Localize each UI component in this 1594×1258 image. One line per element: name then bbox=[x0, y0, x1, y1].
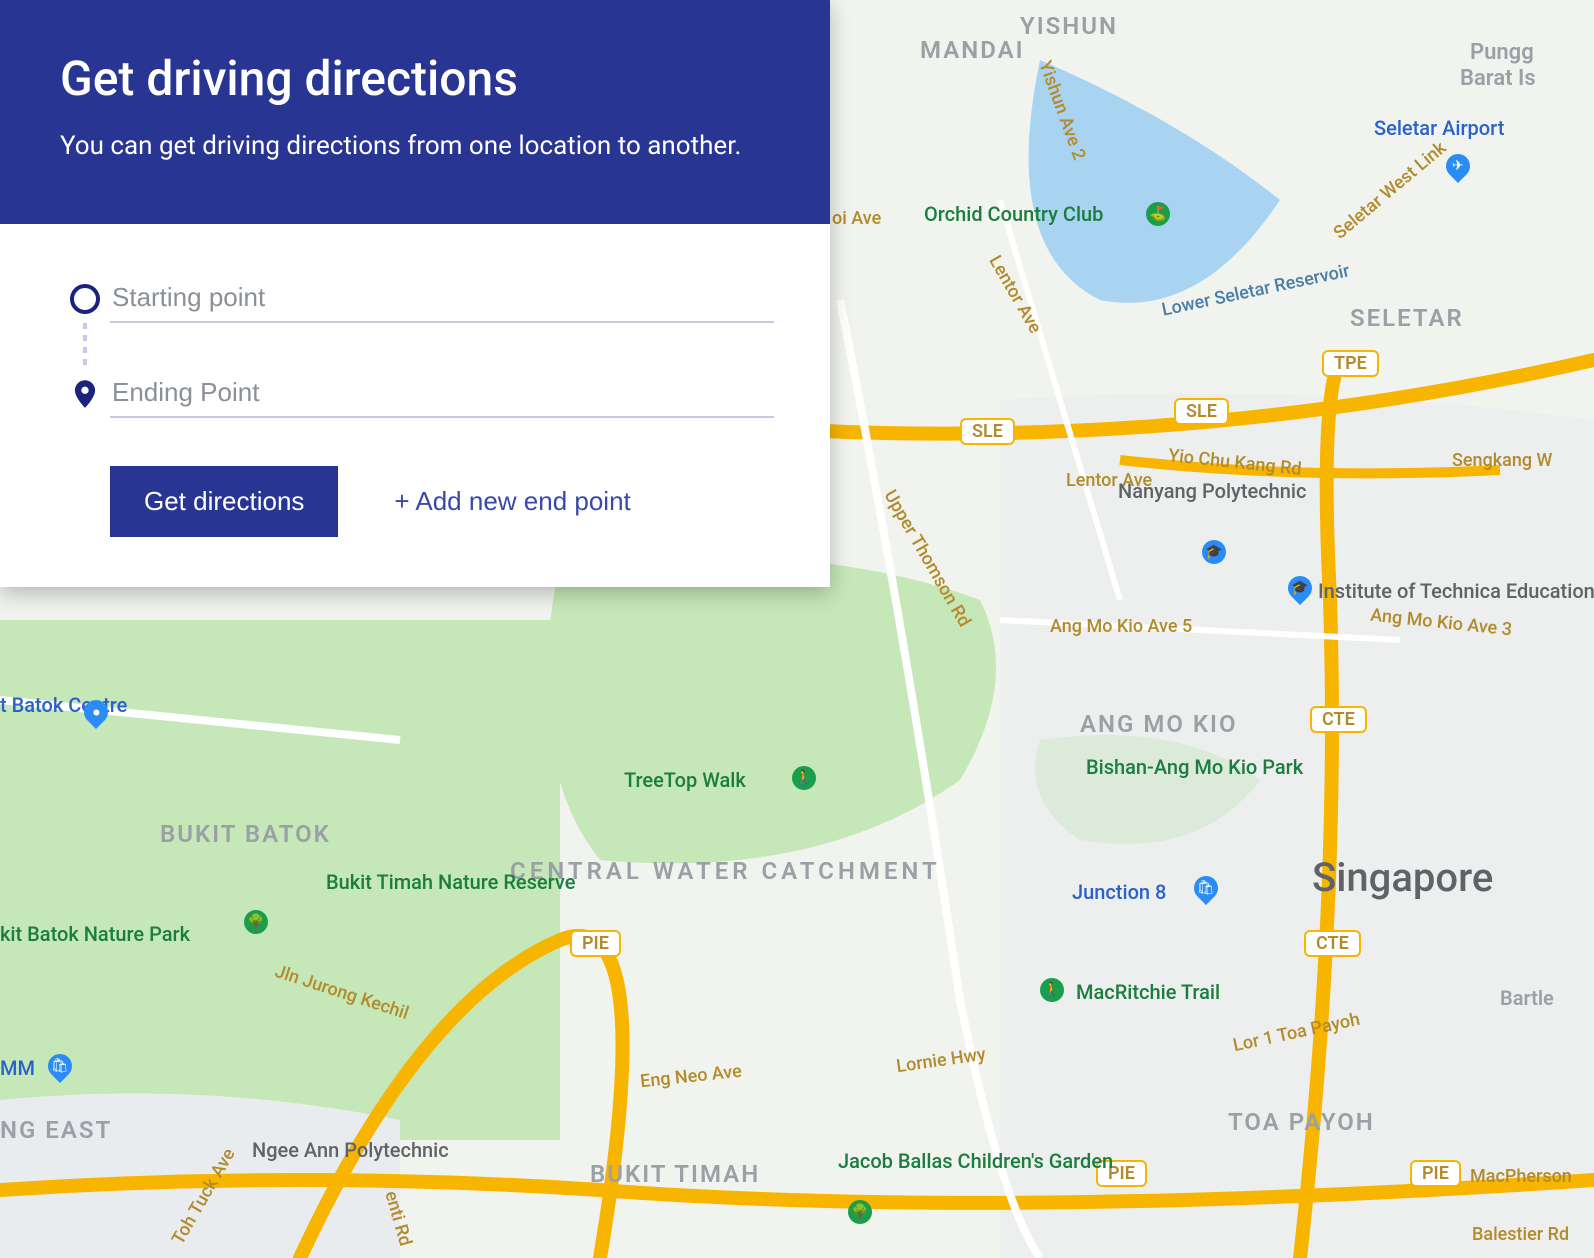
origin-circle-icon bbox=[70, 284, 100, 314]
add-end-point-button[interactable]: + Add new end point bbox=[388, 485, 636, 518]
panel-subtitle: You can get driving directions from one … bbox=[60, 129, 770, 164]
panel-body: Get directions + Add new end point bbox=[0, 224, 830, 587]
directions-panel: Get driving directions You can get drivi… bbox=[0, 0, 830, 587]
get-directions-button[interactable]: Get directions bbox=[110, 466, 338, 537]
destination-pin-icon bbox=[74, 380, 96, 408]
ending-point-input[interactable] bbox=[110, 369, 774, 418]
starting-point-input[interactable] bbox=[110, 274, 774, 323]
route-connector-icon bbox=[83, 323, 87, 369]
panel-title: Get driving directions bbox=[60, 50, 770, 107]
panel-header: Get driving directions You can get drivi… bbox=[0, 0, 830, 224]
